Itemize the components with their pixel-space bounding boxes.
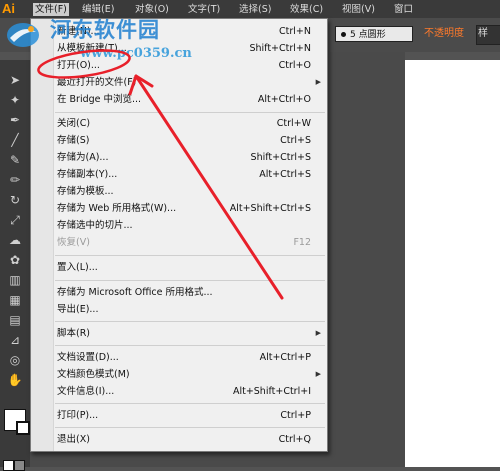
watermark-title: 河东软件园 (50, 18, 160, 42)
brush-dot-icon (341, 32, 346, 37)
menu-icon-gutter (31, 19, 54, 451)
pencil-icon[interactable]: ✏ (7, 172, 23, 188)
gradient-mode-icon[interactable] (14, 460, 25, 471)
brush-definition-select[interactable]: 5 点圆形 (335, 26, 413, 42)
menu-separator (55, 255, 325, 256)
mesh-icon[interactable]: ▦ (7, 292, 23, 308)
menu-item-file-info[interactable]: 文件信息(I)... Alt+Shift+Ctrl+I (57, 383, 323, 400)
artboard[interactable] (405, 60, 500, 467)
submenu-arrow-icon: ▶ (315, 329, 321, 337)
menu-effect[interactable]: 效果(C) (288, 3, 325, 16)
menu-item-save-for-web[interactable]: 存储为 Web 所用格式(W)... Alt+Shift+Ctrl+S (57, 200, 323, 217)
menu-item-save-selected-slices[interactable]: 存储选中的切片... (57, 217, 323, 234)
menu-item-document-setup[interactable]: 文档设置(D)... Alt+Ctrl+P (57, 349, 323, 366)
menu-item-save-copy[interactable]: 存储副本(Y)... Alt+Ctrl+S (57, 166, 323, 183)
brush-icon[interactable]: ✎ (7, 152, 23, 168)
menu-type[interactable]: 文字(T) (186, 3, 222, 16)
submenu-arrow-icon: ▶ (315, 370, 321, 378)
menu-item-save-as[interactable]: 存储为(A)... Shift+Ctrl+S (57, 149, 323, 166)
symbol-icon[interactable]: ✿ (7, 252, 23, 268)
menu-item-open-recent[interactable]: 最近打开的文件(F) ▶ (57, 74, 323, 91)
opacity-link[interactable]: 不透明度 (424, 27, 464, 41)
menu-item-place[interactable]: 置入(L)... (57, 259, 323, 276)
menu-item-scripts[interactable]: 脚本(R) ▶ (57, 325, 323, 342)
menu-item-save-as-template[interactable]: 存储为模板... (57, 183, 323, 200)
menu-item-document-color-mode[interactable]: 文档颜色模式(M) ▶ (57, 366, 323, 383)
rotate-icon[interactable]: ↻ (7, 192, 23, 208)
blend-icon[interactable]: ◎ (7, 352, 23, 368)
menu-item-close[interactable]: 关闭(C) Ctrl+W (57, 115, 323, 132)
menu-window[interactable]: 窗口 (392, 3, 415, 16)
stroke-swatch[interactable] (16, 421, 30, 435)
menu-item-save[interactable]: 存储(S) Ctrl+S (57, 132, 323, 149)
brush-label: 5 点圆形 (350, 30, 386, 40)
menu-item-save-for-office[interactable]: 存储为 Microsoft Office 所用格式... (57, 284, 323, 301)
menu-separator (55, 403, 325, 404)
menu-item-export[interactable]: 导出(E)... (57, 301, 323, 318)
color-mode-icon[interactable] (3, 460, 14, 471)
menu-item-exit[interactable]: 退出(X) Ctrl+Q (57, 431, 323, 448)
line-icon[interactable]: ╱ (7, 132, 23, 148)
menu-separator (55, 427, 325, 428)
tools-panel: ➤ ✦ ✒ ╱ ✎ ✏ ↻ ⤢ ☁ ✿ ▥ ▦ ▤ ⊿ ◎ ✋ (0, 60, 30, 471)
menu-view[interactable]: 视图(V) (340, 3, 377, 16)
hand-icon[interactable]: ✋ (7, 372, 23, 388)
menu-separator (55, 280, 325, 281)
magic-wand-icon[interactable]: ✦ (7, 92, 23, 108)
app-logo: Ai (2, 1, 15, 16)
menu-item-print[interactable]: 打印(P)... Ctrl+P (57, 407, 323, 424)
menu-separator (55, 345, 325, 346)
scale-icon[interactable]: ⤢ (7, 212, 23, 228)
menu-item-browse-in-bridge[interactable]: 在 Bridge 中浏览... Alt+Ctrl+O (57, 91, 323, 108)
menu-item-revert: 恢复(V) F12 (57, 237, 311, 248)
warp-icon[interactable]: ☁ (7, 232, 23, 248)
gradient-icon[interactable]: ▤ (7, 312, 23, 328)
style-label: 样 (478, 28, 488, 39)
graph-icon[interactable]: ▥ (7, 272, 23, 288)
menu-separator (55, 112, 325, 113)
eyedropper-icon[interactable]: ⊿ (7, 332, 23, 348)
watermark-url: www.pc0359.cn (80, 46, 192, 61)
menu-separator (55, 321, 325, 322)
selection-icon[interactable]: ➤ (7, 72, 23, 88)
file-menu-dropdown: 新建(N)... Ctrl+N 从模板新建(T)... Shift+Ctrl+N 打… (30, 18, 328, 452)
pen-icon[interactable]: ✒ (7, 112, 23, 128)
menu-select[interactable]: 选择(S) (237, 3, 273, 16)
submenu-arrow-icon: ▶ (315, 78, 321, 86)
watermark-logo-icon (7, 23, 39, 47)
